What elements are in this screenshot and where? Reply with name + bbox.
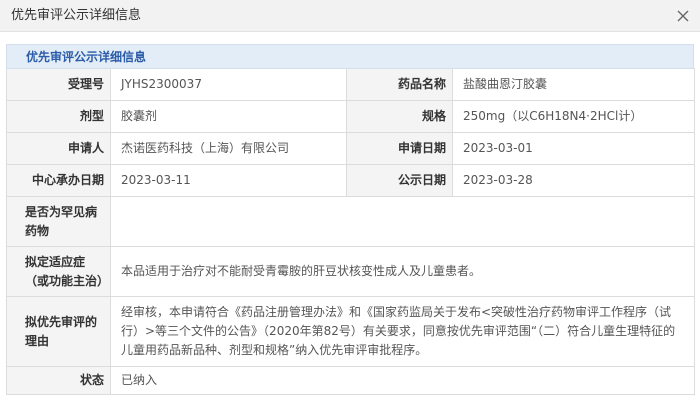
reason-value: 经审核，本申请符合《药品注册管理办法》和《国家药监局关于发布<突破性治疗药物审评… <box>110 296 695 367</box>
specification-value: 250mg（以C6H18N4·2HCl计） <box>452 100 695 133</box>
table-row: 拟优先审评的理由 经审核，本申请符合《药品注册管理办法》和《国家药监局关于发布<… <box>6 296 695 367</box>
dosage-form-value: 胶囊剂 <box>110 100 347 133</box>
dialog-titlebar: 优先审评公示详细信息 <box>0 0 700 32</box>
table-row: 是否为罕见病药物 <box>6 196 695 247</box>
drug-name-label: 药品名称 <box>346 68 453 101</box>
acceptance-no-value: JYHS2300037 <box>110 68 347 101</box>
section-title: 优先审评公示详细信息 <box>26 50 147 64</box>
table-row: 状态 已纳入 <box>6 366 695 395</box>
status-value: 已纳入 <box>110 366 695 395</box>
rare-disease-label: 是否为罕见病药物 <box>6 196 111 247</box>
table-row: 剂型 胶囊剂 规格 250mg（以C6H18N4·2HCl计） <box>6 100 695 133</box>
center-date-value: 2023-03-11 <box>110 164 347 197</box>
application-date-value: 2023-03-01 <box>452 132 695 165</box>
specification-label: 规格 <box>346 100 453 133</box>
applicant-value: 杰诺医药科技（上海）有限公司 <box>110 132 347 165</box>
table-row: 申请人 杰诺医药科技（上海）有限公司 申请日期 2023-03-01 <box>6 132 695 165</box>
center-date-label: 中心承办日期 <box>6 164 111 197</box>
acceptance-no-label: 受理号 <box>6 68 111 101</box>
application-date-label: 申请日期 <box>346 132 453 165</box>
section-header: 优先审评公示详细信息 <box>6 44 694 69</box>
detail-panel: 优先审评公示详细信息 受理号 JYHS2300037 药品名称 盐酸曲恩汀胶囊 … <box>6 44 695 395</box>
indication-value: 本品适用于治疗对不能耐受青霉胺的肝豆状核变性成人及儿童患者。 <box>110 246 695 297</box>
dialog-title: 优先审评公示详细信息 <box>11 8 142 23</box>
table-row: 拟定适应症（或功能主治） 本品适用于治疗对不能耐受青霉胺的肝豆状核变性成人及儿童… <box>6 246 695 297</box>
publication-date-label: 公示日期 <box>346 164 453 197</box>
table-row: 受理号 JYHS2300037 药品名称 盐酸曲恩汀胶囊 <box>6 68 695 101</box>
status-label: 状态 <box>6 366 111 395</box>
info-table: 受理号 JYHS2300037 药品名称 盐酸曲恩汀胶囊 剂型 胶囊剂 规格 2… <box>6 68 695 395</box>
indication-label: 拟定适应症（或功能主治） <box>6 246 111 297</box>
drug-name-value: 盐酸曲恩汀胶囊 <box>452 68 695 101</box>
applicant-label: 申请人 <box>6 132 111 165</box>
reason-label: 拟优先审评的理由 <box>6 296 111 367</box>
dosage-form-label: 剂型 <box>6 100 111 133</box>
close-icon[interactable] <box>674 7 692 25</box>
table-row: 中心承办日期 2023-03-11 公示日期 2023-03-28 <box>6 164 695 197</box>
rare-disease-value <box>110 196 695 247</box>
publication-date-value: 2023-03-28 <box>452 164 695 197</box>
